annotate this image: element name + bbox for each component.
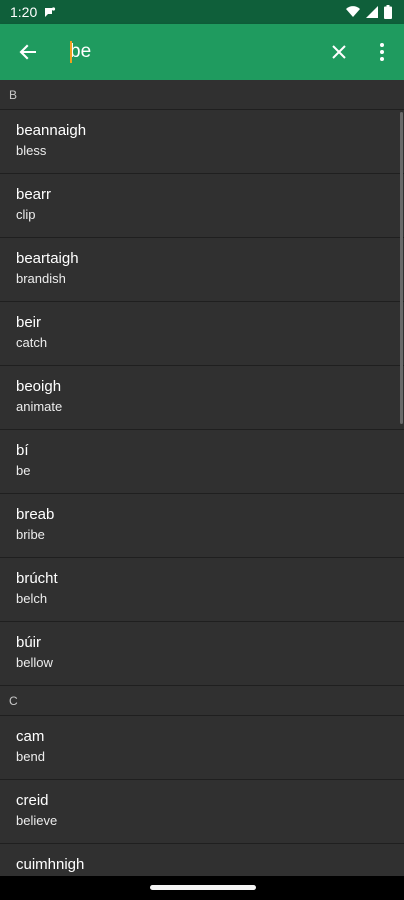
app-bar xyxy=(0,24,404,80)
text-cursor xyxy=(70,41,72,63)
entry-translation: believe xyxy=(16,813,58,828)
entry-translation: bend xyxy=(16,749,45,764)
entry-translation: bribe xyxy=(16,527,45,542)
entry-word: breab xyxy=(16,506,55,523)
list-item[interactable]: bí be xyxy=(0,430,404,494)
battery-icon xyxy=(384,5,392,19)
entry-translation: be xyxy=(16,463,31,478)
entry-word: cuimhnigh xyxy=(16,856,85,873)
entry-translation: clip xyxy=(16,207,36,222)
entry-translation: animate xyxy=(16,399,63,414)
more-vert-icon xyxy=(380,43,384,61)
signal-icon xyxy=(366,6,378,18)
list-item[interactable]: bearr clip xyxy=(0,174,404,238)
list-item[interactable]: beartaigh brandish xyxy=(0,238,404,302)
entry-word: creid xyxy=(16,792,49,809)
home-gesture-handle[interactable] xyxy=(150,885,256,890)
status-icons xyxy=(346,5,392,19)
entry-word: cam xyxy=(16,728,45,745)
list-item[interactable]: beir catch xyxy=(0,302,404,366)
entry-translation: bless xyxy=(16,143,47,158)
list-item[interactable]: cam bend xyxy=(0,716,404,780)
status-time: 1:20 xyxy=(10,4,38,20)
entry-translation: belch xyxy=(16,591,48,606)
entry-translation: brandish xyxy=(16,271,66,286)
list-item[interactable]: beoigh animate xyxy=(0,366,404,430)
back-button[interactable] xyxy=(14,38,42,66)
notification-icon xyxy=(45,7,56,17)
entry-word: beoigh xyxy=(16,378,62,395)
entry-word: búir xyxy=(16,634,42,651)
list-item[interactable]: breab bribe xyxy=(0,494,404,558)
entry-translation: catch xyxy=(16,335,48,350)
entry-word: beartaigh xyxy=(16,250,79,267)
status-bar: 1:20 xyxy=(0,0,404,24)
section-header-b: B xyxy=(0,80,404,110)
arrow-back-icon xyxy=(19,44,36,60)
entry-word: beir xyxy=(16,314,42,331)
list-item[interactable]: beannaigh bless xyxy=(0,110,404,174)
results-list[interactable]: B beannaigh bless bearr clip beartaigh b… xyxy=(0,80,404,876)
more-options-button[interactable] xyxy=(370,38,394,66)
wifi-icon xyxy=(346,6,360,18)
clear-search-button[interactable] xyxy=(325,38,353,66)
system-nav-bar xyxy=(0,876,404,900)
list-item[interactable]: brúcht belch xyxy=(0,558,404,622)
list-item[interactable]: búir bellow xyxy=(0,622,404,686)
entry-word: bí xyxy=(16,442,29,459)
search-input[interactable] xyxy=(70,36,310,68)
close-icon xyxy=(332,45,346,59)
entry-word: brúcht xyxy=(16,570,58,587)
scrollbar-thumb[interactable] xyxy=(400,112,403,424)
entry-translation: bellow xyxy=(16,655,53,670)
entry-word: bearr xyxy=(16,186,52,203)
entry-word: beannaigh xyxy=(16,122,87,139)
section-header-c: C xyxy=(0,686,404,716)
list-item[interactable]: cuimhnigh xyxy=(0,844,404,876)
list-item[interactable]: creid believe xyxy=(0,780,404,844)
